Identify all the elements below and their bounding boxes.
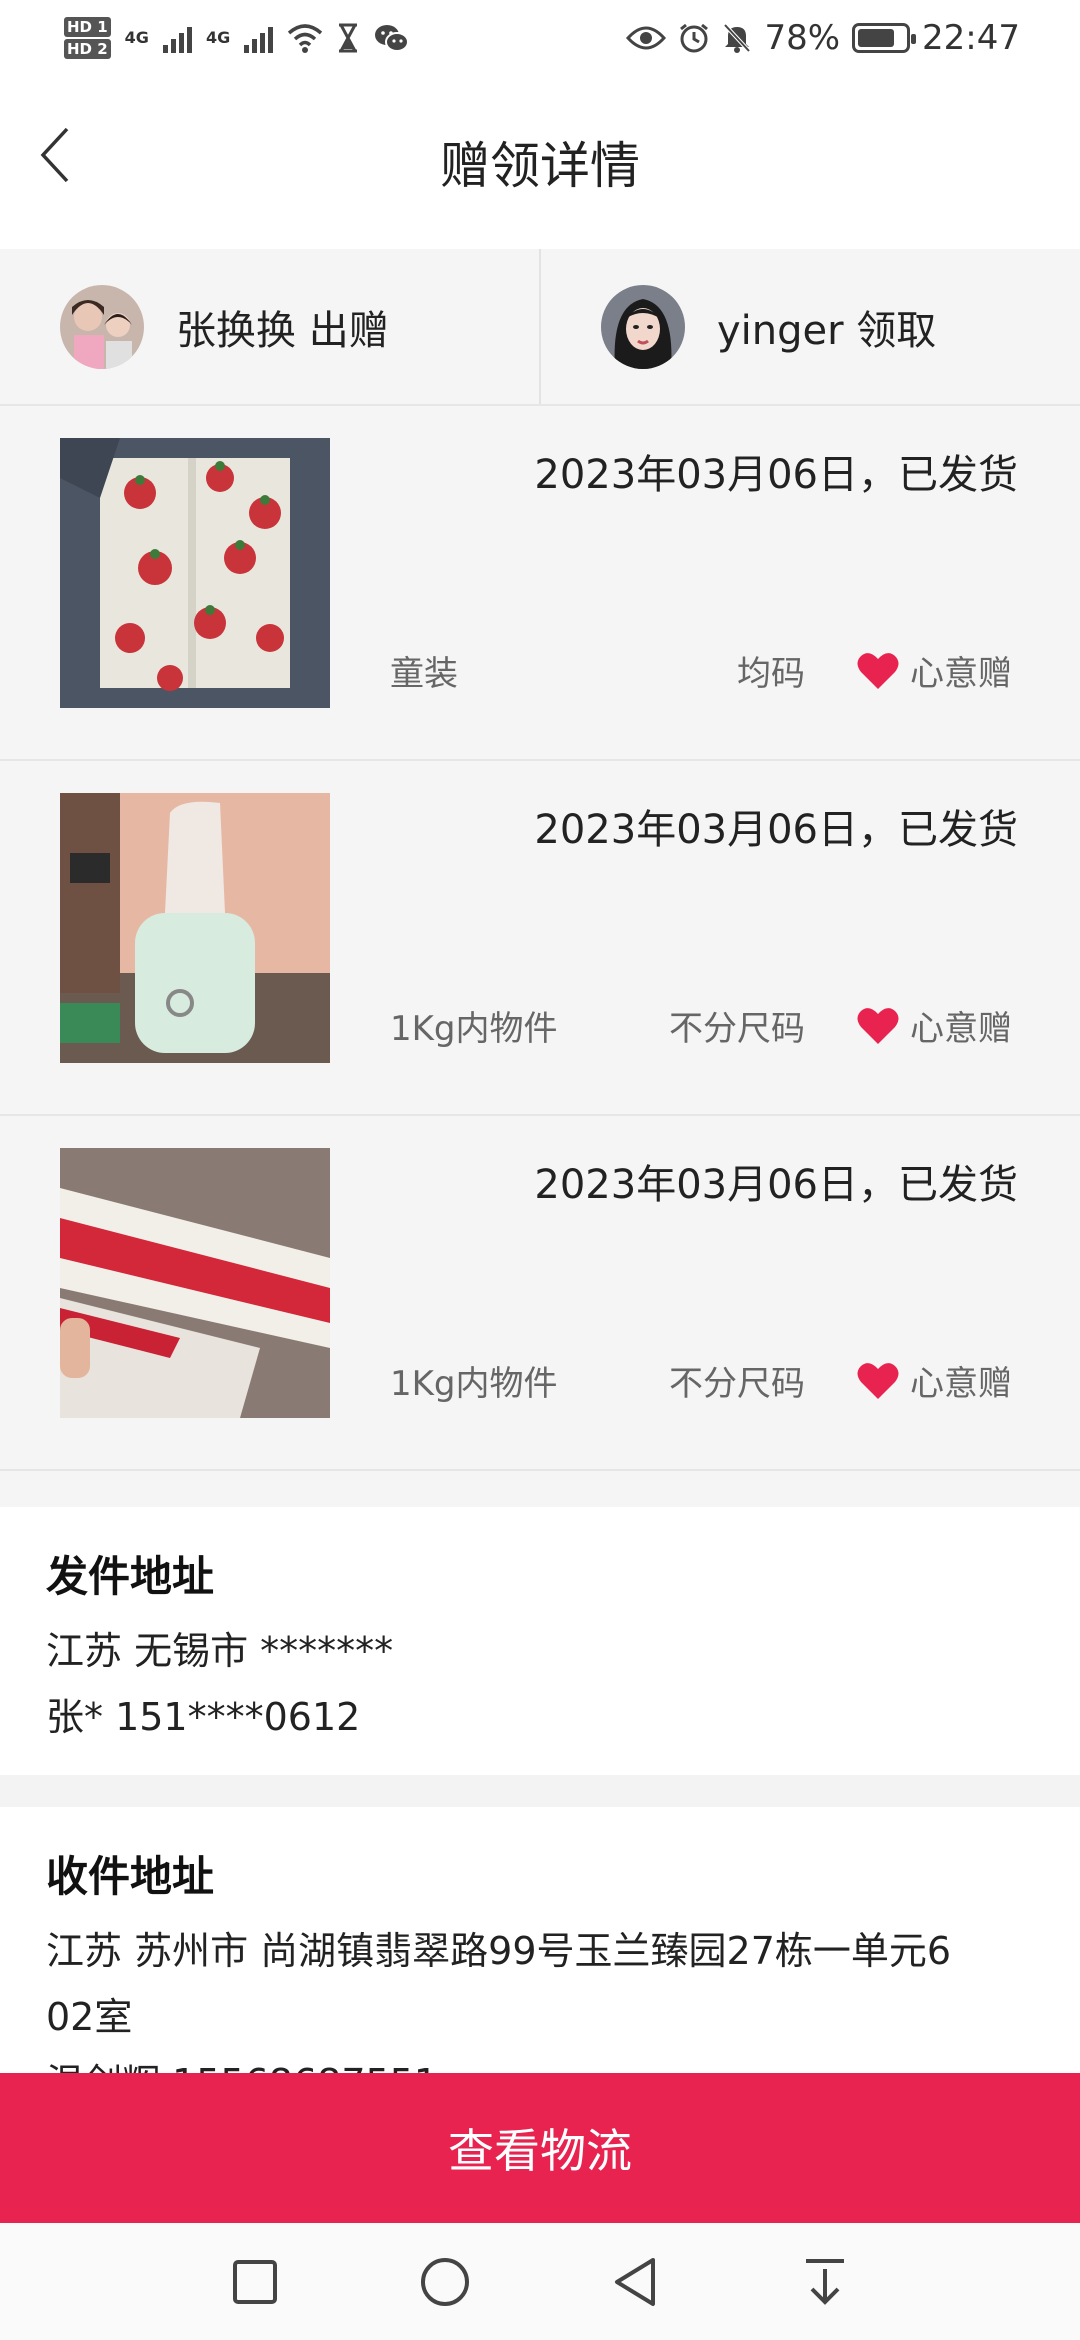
alarm-icon bbox=[680, 23, 709, 52]
item-category: 1Kg内物件 bbox=[390, 1009, 558, 1049]
mute-icon bbox=[723, 23, 751, 53]
network-type-2: 4G bbox=[205, 28, 231, 47]
sender-address-title: 发件地址 bbox=[46, 1552, 215, 1601]
receiver-label: yinger 领取 bbox=[717, 307, 937, 354]
item-tag-label: 心意赠 bbox=[910, 654, 1012, 694]
item-tag-label: 心意赠 bbox=[910, 1009, 1012, 1049]
item-status: 2023年03月06日，已发货 bbox=[534, 807, 1018, 853]
battery-icon bbox=[852, 22, 917, 53]
gift-item[interactable]: 2023年03月06日，已发货 童装 均码 心意赠 bbox=[0, 406, 1080, 761]
wifi-icon bbox=[288, 23, 323, 53]
item-tag-label: 心意赠 bbox=[910, 1364, 1012, 1404]
pull-down-icon bbox=[806, 2258, 844, 2305]
item-size: 均码 bbox=[737, 654, 805, 694]
network-type-1: 4G bbox=[124, 28, 149, 47]
giver-avatar bbox=[60, 284, 144, 369]
item-category: 童装 bbox=[390, 654, 458, 694]
item-thumbnail bbox=[60, 438, 330, 708]
wechat-icon bbox=[375, 24, 410, 52]
battery-percent: 78% bbox=[764, 17, 841, 58]
receiver-address-section: 收件地址 江苏 苏州市 尚湖镇翡翠路99号玉兰臻园27栋一单元6 02室 温剑辉… bbox=[0, 1807, 1080, 2073]
heart-icon bbox=[857, 1362, 899, 1399]
status-bar: HD 1 HD 2 4G 4G 78% 22:47 bbox=[0, 0, 1080, 75]
heart-icon bbox=[857, 652, 899, 689]
transfer-parties: 张换换 出赠 yinger 领取 bbox=[0, 249, 1080, 406]
item-status: 2023年03月06日，已发货 bbox=[534, 452, 1018, 498]
page-title: 赠领详情 bbox=[440, 137, 640, 195]
gift-item[interactable]: 2023年03月06日，已发货 1Kg内物件 不分尺码 心意赠 bbox=[0, 761, 1080, 1116]
signal-icon bbox=[162, 23, 192, 53]
notification-pull-button[interactable] bbox=[790, 2247, 860, 2317]
section-divider bbox=[0, 1775, 1080, 1807]
item-size: 不分尺码 bbox=[669, 1009, 805, 1049]
receiver-contact: 温剑辉 15568687551 bbox=[46, 2050, 1034, 2073]
item-tag: 心意赠 bbox=[856, 646, 1012, 695]
system-nav-bar bbox=[0, 2223, 1080, 2340]
recents-button[interactable] bbox=[220, 2247, 290, 2317]
back-nav-button[interactable] bbox=[600, 2247, 670, 2317]
heart-icon bbox=[857, 1007, 899, 1044]
item-status: 2023年03月06日，已发货 bbox=[534, 1162, 1018, 1208]
battery-fill bbox=[858, 28, 894, 47]
chevron-left-icon bbox=[40, 127, 69, 183]
item-category: 1Kg内物件 bbox=[390, 1364, 558, 1404]
receiver-avatar bbox=[601, 284, 685, 369]
status-bar-right: 78% 22:47 bbox=[626, 18, 1020, 58]
signal-icon bbox=[244, 23, 274, 53]
item-tag: 心意赠 bbox=[856, 1356, 1012, 1405]
triangle-back-icon bbox=[615, 2257, 655, 2306]
sender-address: 江苏 无锡市 ******* bbox=[46, 1629, 394, 1673]
clock: 22:47 bbox=[922, 17, 1020, 58]
gift-item[interactable]: 2023年03月06日，已发货 1Kg内物件 不分尺码 心意赠 bbox=[0, 1116, 1080, 1471]
giver-label: 张换换 出赠 bbox=[176, 307, 389, 354]
receiver-address: 江苏 苏州市 尚湖镇翡翠路99号玉兰臻园27栋一单元6 bbox=[46, 1929, 952, 1973]
sender-contact: 张* 151****0612 bbox=[46, 1695, 361, 1739]
receiver-address-cont: 02室 bbox=[46, 1995, 133, 2039]
eye-icon bbox=[626, 26, 667, 49]
sender-address-section: 发件地址 江苏 无锡市 ******* 张* 151****0612 bbox=[0, 1507, 1080, 1775]
sim2-badge: HD 2 bbox=[64, 38, 111, 59]
item-thumbnail bbox=[60, 1148, 330, 1418]
receiver-info[interactable]: yinger 领取 bbox=[539, 249, 1080, 404]
sim1-badge: HD 1 bbox=[64, 16, 111, 37]
section-spacer bbox=[0, 1471, 1080, 1507]
square-icon bbox=[233, 2259, 277, 2304]
hourglass-icon bbox=[339, 23, 358, 52]
status-bar-left: HD 1 HD 2 4G 4G bbox=[64, 16, 410, 60]
view-logistics-button[interactable]: 查看物流 bbox=[0, 2073, 1080, 2223]
receiver-address-title: 收件地址 bbox=[46, 1852, 215, 1901]
home-button[interactable] bbox=[410, 2247, 480, 2317]
giver-info[interactable]: 张换换 出赠 bbox=[0, 249, 539, 404]
item-thumbnail bbox=[60, 793, 330, 1063]
circle-icon bbox=[421, 2257, 469, 2306]
item-tag: 心意赠 bbox=[856, 1001, 1012, 1050]
page-header: 赠领详情 bbox=[0, 75, 1080, 249]
back-button[interactable] bbox=[24, 115, 84, 195]
item-size: 不分尺码 bbox=[669, 1364, 805, 1404]
sim-indicators: HD 1 HD 2 bbox=[64, 16, 111, 60]
